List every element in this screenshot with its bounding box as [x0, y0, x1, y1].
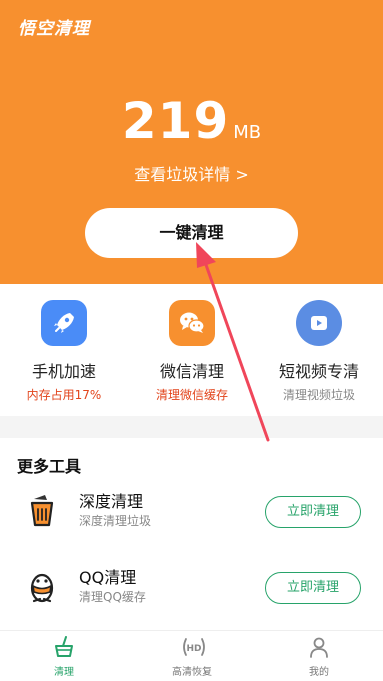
- quick-item-wechat[interactable]: 微信清理 清理微信缓存: [128, 300, 256, 403]
- junk-size-value: 219: [121, 92, 230, 150]
- quick-item-label: 微信清理: [159, 362, 224, 381]
- one-click-clean-button[interactable]: 一键清理: [85, 208, 298, 258]
- tab-label: 我的: [309, 667, 329, 678]
- quick-item-sub: 清理微信缓存: [155, 388, 228, 402]
- clean-now-button[interactable]: 立即清理: [265, 496, 361, 528]
- qq-penguin-icon: [22, 568, 62, 608]
- svg-text:HD: HD: [186, 644, 201, 654]
- trash-bin-icon: [22, 492, 62, 532]
- tool-desc: 清理QQ缓存: [79, 590, 146, 604]
- clean-now-button[interactable]: 立即清理: [265, 572, 361, 604]
- tab-label: 高清恢复: [172, 667, 212, 678]
- junk-detail-link[interactable]: 查看垃圾详情 >: [0, 161, 383, 185]
- hd-icon: HD: [180, 635, 205, 659]
- quick-item-sub: 内存占用17%: [26, 388, 102, 402]
- quick-item-speedup[interactable]: 手机加速 内存占用17%: [0, 300, 128, 403]
- junk-size: 219 MB: [0, 92, 383, 150]
- tool-name: 深度清理: [79, 492, 144, 511]
- more-tools-section: 更多工具 深度清理 深度清理垃圾 立即清理 QQ清理 清理QQ缓存 立即清理: [0, 438, 383, 630]
- junk-size-unit: MB: [233, 122, 262, 143]
- app-title: 悟空清理: [18, 19, 90, 39]
- quick-item-label: 短视频专清: [278, 362, 359, 381]
- wechat-icon: [169, 300, 215, 346]
- tab-profile[interactable]: 我的: [255, 635, 383, 678]
- quick-item-sub: 清理视频垃圾: [282, 388, 355, 402]
- user-icon: [307, 635, 331, 659]
- tool-row-qq-clean: QQ清理 清理QQ缓存 立即清理: [0, 558, 383, 618]
- quick-item-short-video[interactable]: 短视频专清 清理视频垃圾: [255, 300, 383, 403]
- tool-name: QQ清理: [79, 568, 137, 587]
- section-title: 更多工具: [17, 457, 82, 476]
- hero-banner: 悟空清理 219 MB 查看垃圾详情 > 一键清理: [0, 0, 383, 284]
- tool-row-deep-clean: 深度清理 深度清理垃圾 立即清理: [0, 482, 383, 542]
- quick-item-label: 手机加速: [31, 362, 96, 381]
- quick-actions: 手机加速 内存占用17% 微信清理 清理微信缓存 短视频专清 清理视频垃圾: [0, 284, 383, 416]
- broom-basket-icon: [52, 635, 76, 659]
- video-play-icon: [296, 300, 342, 346]
- tool-desc: 深度清理垃圾: [79, 514, 152, 528]
- tab-clean[interactable]: 清理: [0, 635, 128, 678]
- rocket-icon: [41, 300, 87, 346]
- tab-label: 清理: [54, 667, 74, 678]
- tab-hd-restore[interactable]: HD 高清恢复: [128, 635, 256, 678]
- bottom-tab-bar: 清理 HD 高清恢复 我的: [0, 630, 383, 681]
